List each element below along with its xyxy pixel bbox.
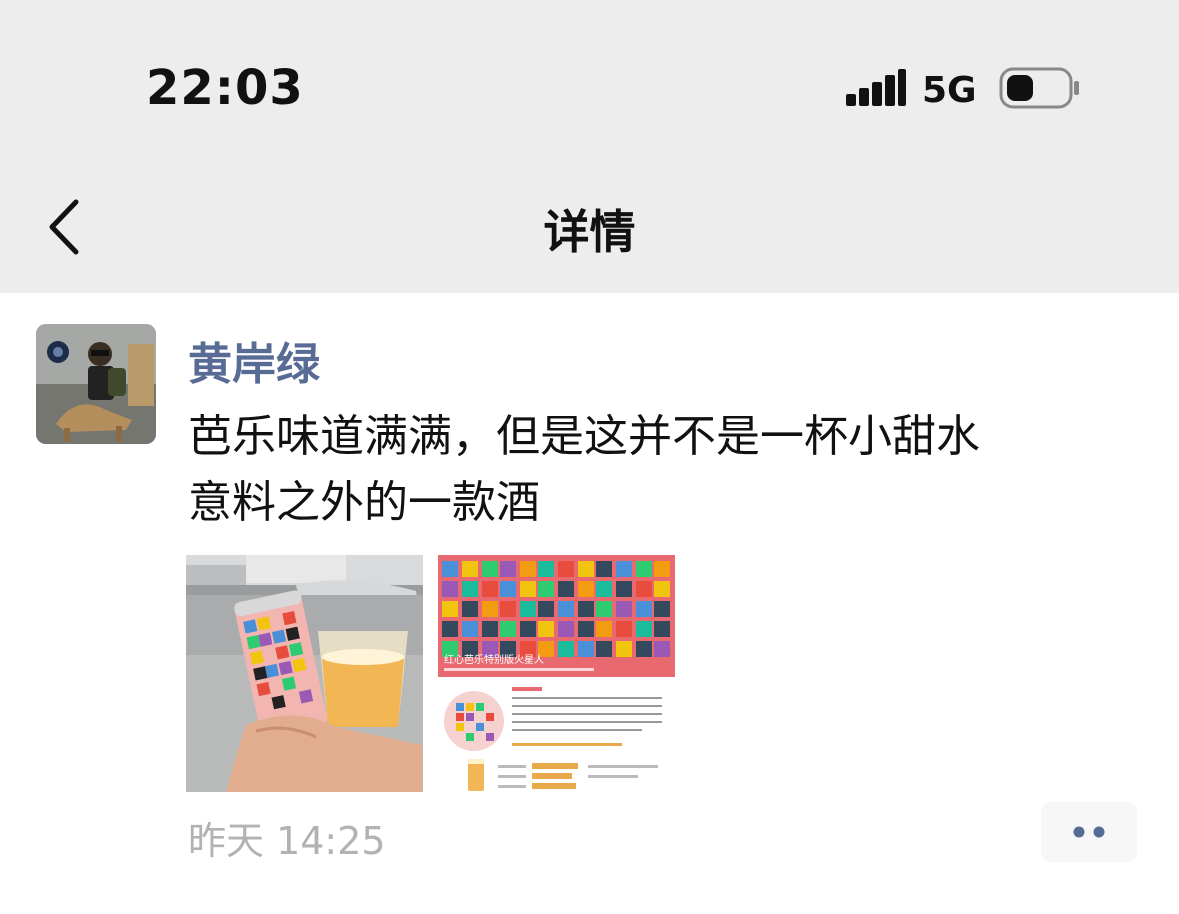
page-title: 详情 (543, 205, 636, 259)
battery-icon (999, 67, 1079, 109)
post-text: 芭乐味道满满，但是这并不是一杯小甜水 意料之外的一款酒 (188, 404, 1148, 536)
poster-heading: 红心芭乐特别版火星人 (444, 653, 544, 666)
signal-bars-icon (846, 69, 906, 106)
post-text-line: 意料之外的一款酒 (188, 477, 540, 528)
photo-poster[interactable]: 红心芭乐特别版火星人 (438, 555, 675, 792)
more-actions-button[interactable] (1041, 802, 1137, 862)
header-area: 22:03 5G 详情 (0, 0, 1179, 293)
status-time: 22:03 (146, 60, 304, 116)
photo-beer-can[interactable] (186, 555, 423, 792)
post-timestamp: 昨天 14:25 (188, 819, 386, 863)
author-name[interactable]: 黄岸绿 (188, 328, 320, 392)
avatar[interactable] (36, 324, 156, 444)
more-dots-icon (1073, 826, 1105, 838)
network-type: 5G (922, 70, 977, 111)
post-text-line: 芭乐味道满满，但是这并不是一杯小甜水 (188, 411, 980, 462)
